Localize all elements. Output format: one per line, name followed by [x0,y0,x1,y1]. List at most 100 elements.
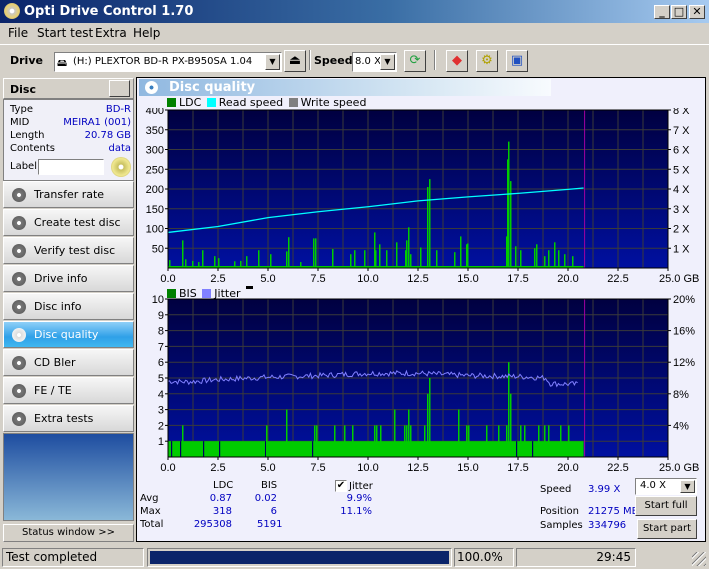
eject-button[interactable]: ⏏ [284,50,306,72]
refresh-button[interactable]: ⟳ [404,50,426,72]
chevron-down-icon[interactable]: ▼ [680,480,695,493]
ldc-bar [375,250,377,268]
drive-label: Drive [10,54,43,67]
ldc-bar [436,250,438,268]
toolbar-separator [434,50,436,70]
disc-header-label: Disc [10,83,36,96]
ldc-bar [364,250,366,268]
close-button[interactable]: ✕ [689,5,705,19]
bis-bar [568,425,570,457]
settings-button[interactable]: ⚙ [476,50,498,72]
bis-gap [180,441,182,457]
disc-nav-icon [12,244,26,258]
stats-avg-jitter: 9.9% [346,493,372,504]
disc-nav-icon [12,356,26,370]
ldc-bar [258,250,260,268]
menu-file[interactable]: File [8,26,28,40]
x-tick-label: 22.5 [607,273,628,285]
drive-value: (H:) PLEXTOR BD-R PX-B950SA 1.04 [73,56,253,67]
x-tick-label: 12.5 [407,273,428,285]
y2-tick-label: 8% [673,389,689,401]
y2-tick-label: 16% [673,326,695,338]
status-window-button[interactable]: Status window >> [3,524,134,542]
erase-button[interactable]: ◆ [446,50,468,72]
nav-create-test-disc[interactable]: Create test disc [3,209,134,236]
nav-fe-te[interactable]: FE / TE [3,377,134,404]
nav-cd-bler[interactable]: CD Bler [3,349,134,376]
test-speed-value: 4.0 X [640,480,666,491]
ldc-bar [198,262,200,268]
maximize-button[interactable]: □ [671,5,687,19]
stats-header-ldc: LDC [213,480,234,491]
jitter-checkbox[interactable]: ✔ [335,480,347,492]
test-speed-select[interactable]: 4.0 X ▼ [635,478,697,495]
x-tick-label: 17.5 [507,273,528,285]
x-tick-label: 10.0 [357,273,378,285]
y2-tick-label: 6 X [673,145,690,157]
ldc-bar [270,254,272,268]
chevron-down-icon[interactable]: ▼ [265,54,280,70]
ldc-bar [548,250,550,268]
bis-bar [404,425,406,457]
chevron-down-icon[interactable]: ▼ [380,54,395,70]
panel-title: Disc quality [169,80,256,95]
ldc-bar [534,248,536,268]
nav-disc-quality[interactable]: Disc quality [3,321,134,348]
y-tick-label: 9 [158,310,164,322]
save-button[interactable]: ▣ [506,50,528,72]
bis-bar [380,425,382,457]
ldc-bar [386,250,388,268]
nav-label: Disc quality [34,328,99,341]
disc-label-input[interactable] [38,159,104,175]
x-tick-label: 10.0 [357,462,378,474]
ldc-bar [313,238,315,268]
drive-select[interactable]: 🖴 (H:) PLEXTOR BD-R PX-B950SA 1.04 ▼ [54,52,282,72]
disc-header-button[interactable] [109,80,130,97]
x-tick-label: 15.0 [457,462,478,474]
bis-bar [520,425,522,457]
disc-icon[interactable] [111,157,131,177]
disc-label-label: Label [10,161,37,172]
x-tick-label: 25.0 GB [659,462,699,474]
bis-gap [532,441,534,457]
resize-grip[interactable] [692,552,706,566]
ldc-bar [332,249,334,268]
nav-verify-test-disc[interactable]: Verify test disc [3,237,134,264]
ldc-bar [408,227,410,268]
ldc-bar [558,250,560,268]
stats-avg-label: Avg [140,493,159,504]
menu-start-test[interactable]: Start test [37,26,93,40]
ldc-bar [564,254,566,268]
bis-bar [560,425,562,457]
ldc-bar [515,246,517,268]
bis-gap [203,441,205,457]
nav-extra-tests[interactable]: Extra tests [3,405,134,432]
menu-extra[interactable]: Extra [95,26,127,40]
speed-select[interactable]: 8.0 X ▼ [352,52,397,72]
x-tick-label: 15.0 [457,273,478,285]
ldc-bar [192,260,194,268]
bis-bar [458,409,460,457]
bis-bar [314,425,316,457]
toolbar-separator [309,50,311,70]
nav-transfer-rate[interactable]: Transfer rate [3,181,134,208]
y-tick-label: 100 [146,224,164,236]
bis-bar [410,425,412,457]
menu-help[interactable]: Help [133,26,160,40]
disc-type-label: Type [10,104,33,115]
bis-gap [171,441,173,457]
y2-tick-label: 20% [673,295,695,306]
eraser-icon: ◆ [452,53,462,68]
nav-disc-info[interactable]: Disc info [3,293,134,320]
bis-gap [516,441,518,457]
bis-bar [466,425,468,457]
save-icon: ▣ [510,53,524,68]
start-full-button[interactable]: Start full [635,496,697,516]
nav-label: Drive info [34,272,88,285]
y-tick-label: 2 [158,420,164,432]
minimize-button[interactable]: _ [654,5,670,19]
nav-drive-info[interactable]: Drive info [3,265,134,292]
ldc-bar [454,252,456,268]
x-tick-label: 12.5 [407,462,428,474]
start-part-button[interactable]: Start part [637,519,697,539]
